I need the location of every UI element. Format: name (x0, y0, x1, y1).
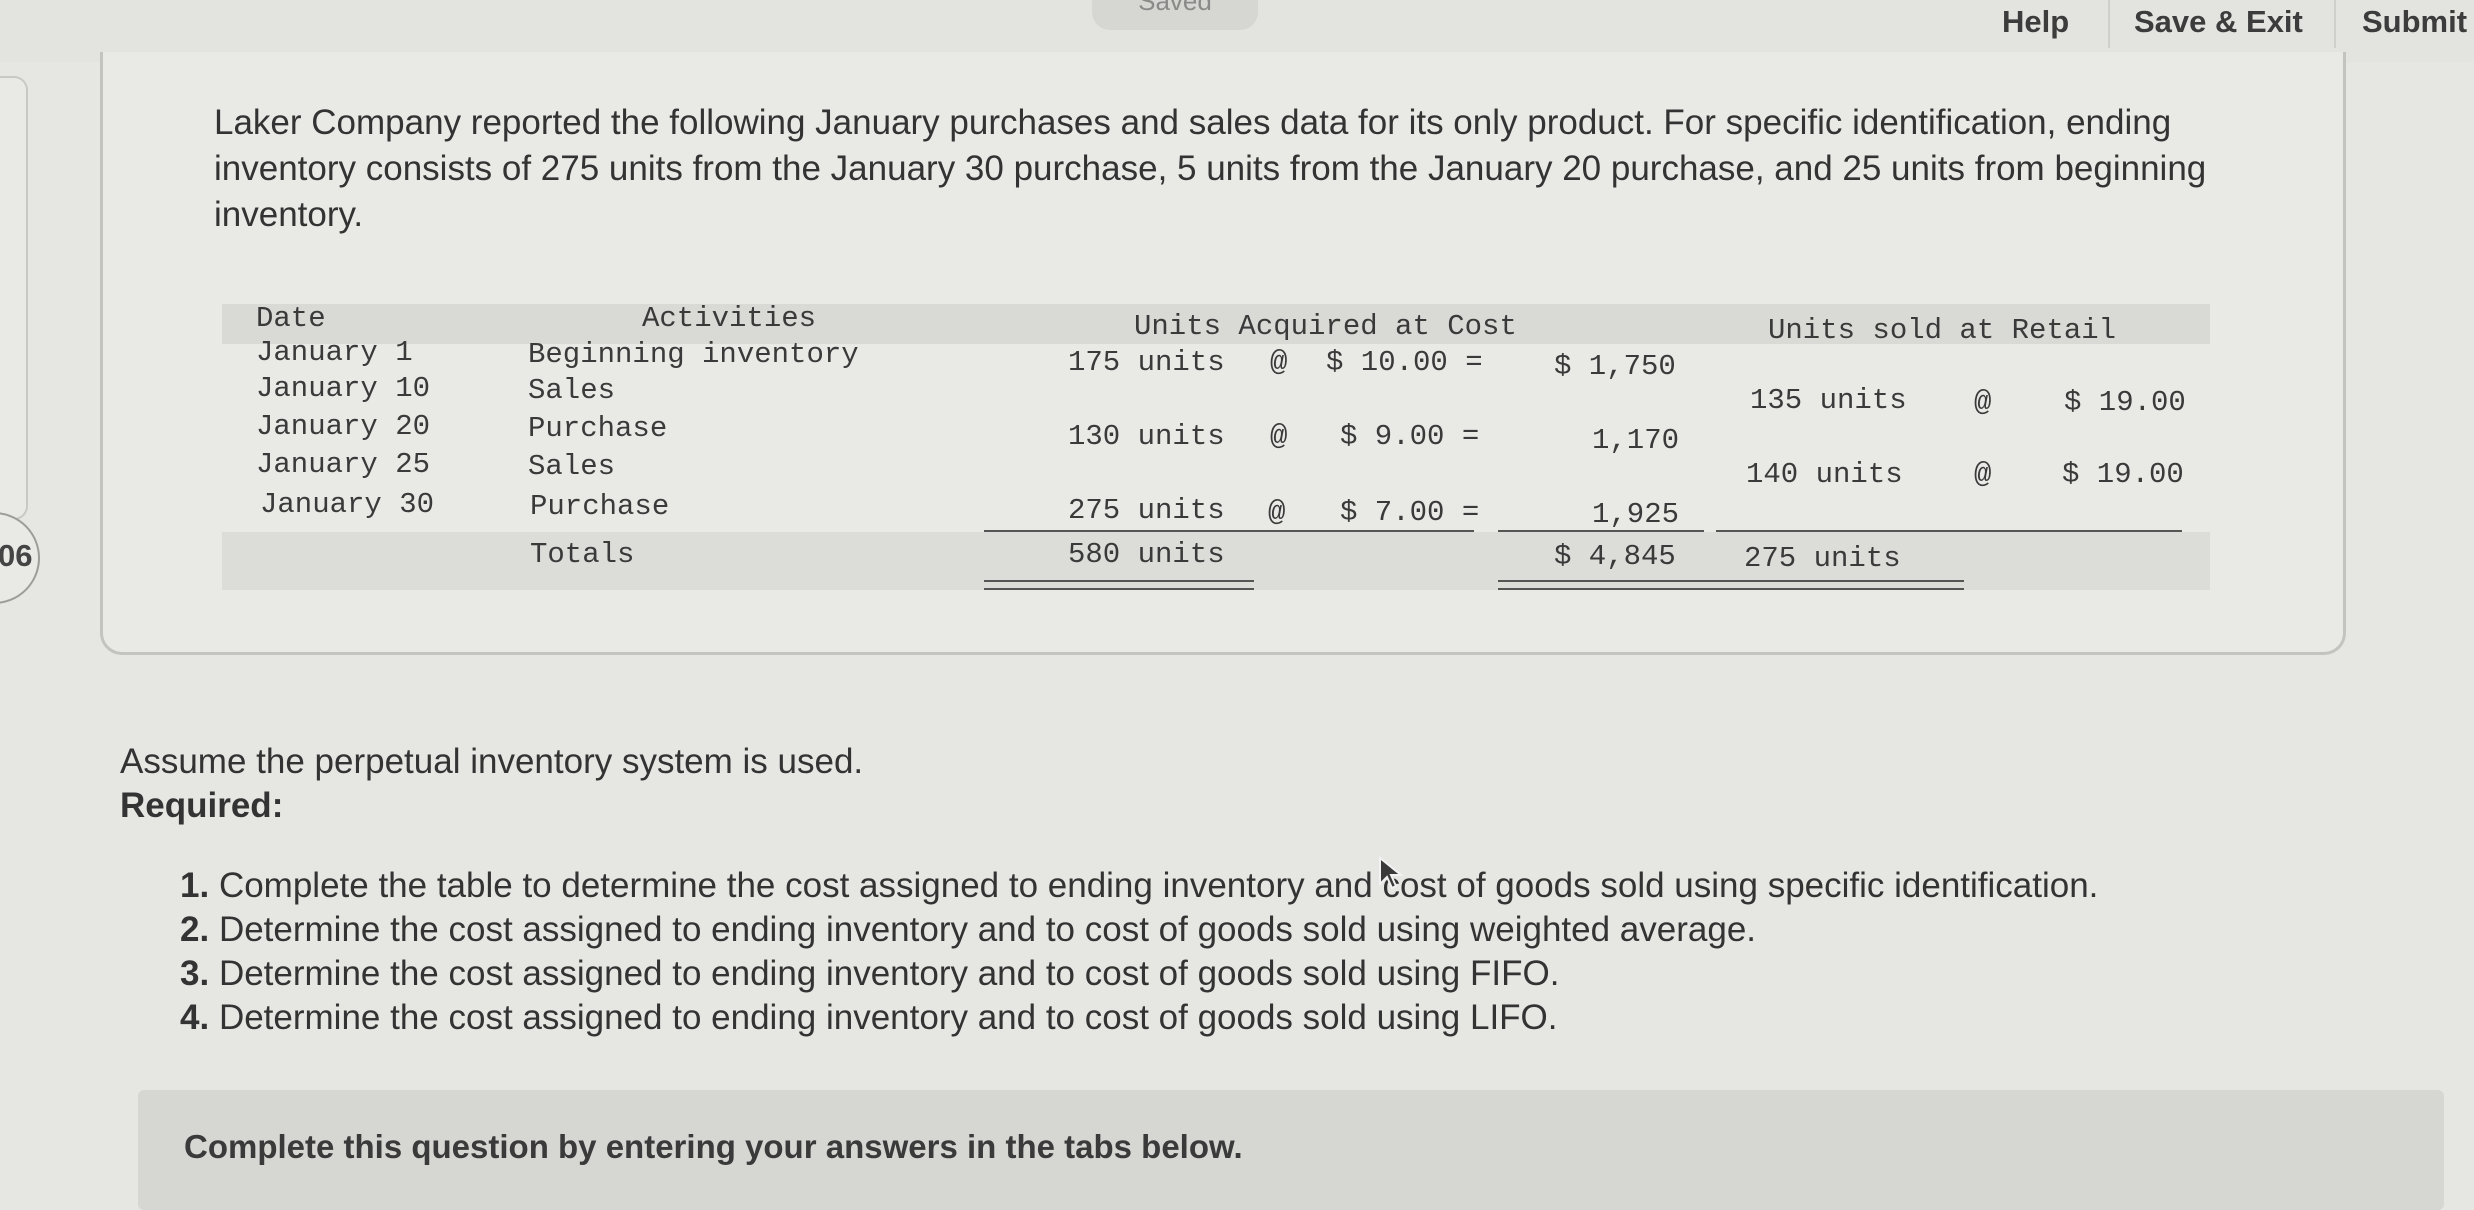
row-2-sold-price: $ 19.00 (2064, 386, 2186, 419)
required-heading: Required: (120, 786, 284, 825)
assumption-text: Assume the perpetual inventory system is… (120, 742, 864, 781)
row-3-date: January 20 (256, 410, 431, 443)
totals-label: Totals (530, 538, 635, 571)
row-1-acq-at: @ (1270, 346, 1288, 379)
side-panel-tab[interactable] (0, 76, 28, 520)
row-5-acq-units: 275 units (1068, 494, 1225, 527)
row-2-date: January 10 (256, 372, 431, 405)
row-5-date: January 30 (260, 488, 435, 521)
total-double-underline-cost (1498, 580, 1964, 590)
row-1-activity: Beginning inventory (528, 338, 859, 371)
subtotal-underline-cost (1498, 530, 1704, 532)
row-4-activity: Sales (528, 450, 616, 483)
divider (2108, 0, 2110, 48)
row-4-date: January 25 (256, 448, 431, 481)
requirement-text: Complete the table to determine the cost… (218, 866, 2099, 905)
inventory-table: Date Activities Units Acquired at Cost U… (222, 302, 2210, 592)
help-button[interactable]: Help (2002, 4, 2069, 40)
row-1-date: January 1 (256, 336, 413, 369)
requirement-text: Determine the cost assigned to ending in… (218, 954, 1560, 993)
list-item: 1. Complete the table to determine the c… (180, 864, 2098, 908)
row-1-acq-units: 175 units (1068, 346, 1225, 379)
header-activities: Activities (642, 302, 817, 335)
row-3-acq-cost: $ 9.00 = (1340, 420, 1480, 453)
total-double-underline-units (984, 580, 1254, 590)
row-3-acq-total: 1,170 (1592, 424, 1680, 457)
requirements-list: 1. Complete the table to determine the c… (180, 864, 2098, 1040)
row-1-acq-cost: $ 10.00 = (1326, 346, 1483, 379)
row-4-sold-price: $ 19.00 (2062, 458, 2184, 491)
row-2-sold-at: @ (1974, 386, 1992, 419)
divider (2334, 0, 2336, 48)
row-5-acq-cost: $ 7.00 = (1340, 496, 1480, 529)
row-4-sold-units: 140 units (1746, 458, 1903, 491)
header-date: Date (256, 302, 326, 335)
totals-sold-units: 275 units (1744, 542, 1901, 575)
row-3-acq-at: @ (1270, 420, 1288, 453)
row-4-sold-at: @ (1974, 458, 1992, 491)
totals-acq-total: $ 4,845 (1554, 540, 1676, 573)
problem-intro: Laker Company reported the following Jan… (214, 103, 2207, 234)
requirement-number: 1. (180, 866, 210, 905)
tabs-instruction: Complete this question by entering your … (184, 1128, 1243, 1165)
submit-button[interactable]: Submit (2362, 4, 2467, 40)
subtotal-underline-units (984, 530, 1474, 532)
row-3-acq-units: 130 units (1068, 420, 1225, 453)
requirement-text: Determine the cost assigned to ending in… (218, 910, 1757, 949)
requirement-text: Determine the cost assigned to ending in… (218, 998, 1558, 1037)
row-5-acq-at: @ (1268, 496, 1286, 529)
question-number: 06 (0, 538, 33, 573)
row-5-activity: Purchase (530, 490, 670, 523)
row-2-activity: Sales (528, 374, 616, 407)
saved-indicator: Saved (1092, 0, 1258, 30)
assumption-block: Assume the perpetual inventory system is… (120, 740, 863, 828)
totals-acq-units: 580 units (1068, 538, 1225, 571)
saved-label: Saved (1138, 0, 1212, 16)
header-units-sold: Units sold at Retail (1768, 314, 2117, 347)
row-5-acq-total: 1,925 (1592, 498, 1680, 531)
subtotal-underline-sold (1716, 530, 2182, 532)
list-item: 4. Determine the cost assigned to ending… (180, 996, 2098, 1040)
requirement-number: 4. (180, 998, 210, 1037)
list-item: 3. Determine the cost assigned to ending… (180, 952, 2098, 996)
requirement-number: 3. (180, 954, 210, 993)
answer-tabs-panel: Complete this question by entering your … (138, 1090, 2444, 1210)
row-2-sold-units: 135 units (1750, 384, 1907, 417)
list-item: 2. Determine the cost assigned to ending… (180, 908, 2098, 952)
requirement-number: 2. (180, 910, 210, 949)
mouse-cursor-icon (1379, 856, 1404, 890)
row-1-acq-total: $ 1,750 (1554, 350, 1676, 383)
header-units-acquired: Units Acquired at Cost (1134, 310, 1517, 343)
save-exit-button[interactable]: Save & Exit (2134, 4, 2303, 40)
row-3-activity: Purchase (528, 412, 668, 445)
